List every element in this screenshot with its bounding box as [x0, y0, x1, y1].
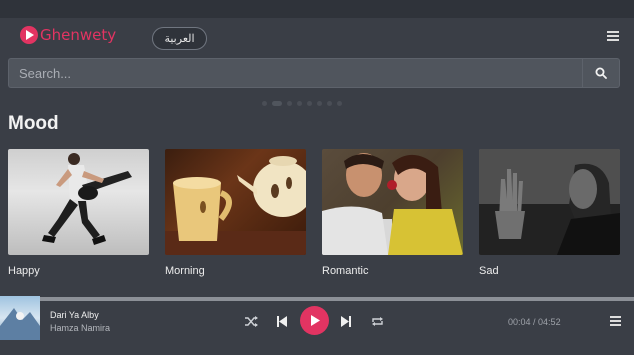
current-time: 00:04 [508, 317, 531, 327]
carousel-dot[interactable] [272, 101, 282, 106]
album-art[interactable] [0, 296, 40, 340]
carousel-dot[interactable] [327, 101, 332, 106]
search-bar [8, 58, 620, 88]
music-player-bar: Dari Ya Alby Hamza Namira 00:04 / 04:52 [0, 296, 634, 355]
play-button[interactable] [300, 306, 329, 335]
carousel-dot[interactable] [287, 101, 292, 106]
search-button[interactable] [582, 58, 620, 88]
carousel-indicator [262, 101, 342, 106]
repeat-button[interactable] [369, 314, 385, 328]
skip-next-icon [341, 315, 351, 327]
search-input[interactable] [8, 58, 582, 88]
repeat-icon [371, 316, 383, 326]
queue-line [610, 316, 621, 318]
search-icon [595, 67, 607, 79]
rainy-window-man-image [479, 149, 620, 255]
card-label: Morning [165, 265, 205, 277]
section-title-mood: Mood [8, 113, 59, 134]
hamburger-menu-icon[interactable] [607, 31, 619, 41]
card-image-morning[interactable] [165, 149, 306, 255]
card-label: Happy [8, 265, 40, 277]
shuffle-icon [244, 315, 258, 327]
next-button[interactable] [338, 314, 354, 328]
mood-card-morning[interactable]: Morning [165, 149, 306, 277]
mood-card-romantic[interactable]: Romantic [322, 149, 463, 277]
card-label: Sad [479, 265, 499, 277]
playback-time: 00:04 / 04:52 [508, 317, 561, 327]
total-duration: 04:52 [538, 317, 561, 327]
time-separator: / [530, 317, 539, 327]
carousel-dot[interactable] [337, 101, 342, 106]
track-title: Dari Ya Alby [50, 310, 99, 320]
carousel-dot[interactable] [262, 101, 267, 106]
card-label: Romantic [322, 265, 369, 277]
shuffle-button[interactable] [243, 314, 259, 328]
carousel-dot[interactable] [307, 101, 312, 106]
card-image-romantic[interactable] [322, 149, 463, 255]
jumping-guitarist-image [42, 153, 132, 245]
menu-line [607, 39, 619, 41]
mood-card-happy[interactable]: Happy [8, 149, 149, 277]
queue-line [610, 320, 621, 322]
menu-line [607, 35, 619, 37]
carousel-dot[interactable] [317, 101, 322, 106]
menu-line [607, 31, 619, 33]
carousel-dot[interactable] [297, 101, 302, 106]
language-toggle-button[interactable]: العربية [152, 27, 207, 50]
top-strip [0, 0, 634, 18]
card-image-happy[interactable] [8, 149, 149, 255]
previous-button[interactable] [274, 314, 290, 328]
tea-cup-image [165, 156, 306, 255]
track-artist: Hamza Namira [50, 323, 111, 333]
skip-previous-icon [277, 315, 287, 327]
queue-list-icon[interactable] [610, 316, 621, 326]
album-art-image [0, 308, 40, 340]
app-header: Ghenwety العربية [0, 18, 634, 56]
logo[interactable]: Ghenwety [20, 26, 116, 44]
card-image-sad[interactable] [479, 149, 620, 255]
mood-card-sad[interactable]: Sad [479, 149, 620, 277]
logo-text: Ghenwety [40, 26, 117, 44]
queue-line [610, 324, 621, 326]
logo-play-icon [20, 26, 38, 44]
mood-cards: Happy Morning Romantic Sad [8, 149, 620, 277]
couple-image [322, 153, 463, 255]
play-icon [310, 315, 320, 326]
